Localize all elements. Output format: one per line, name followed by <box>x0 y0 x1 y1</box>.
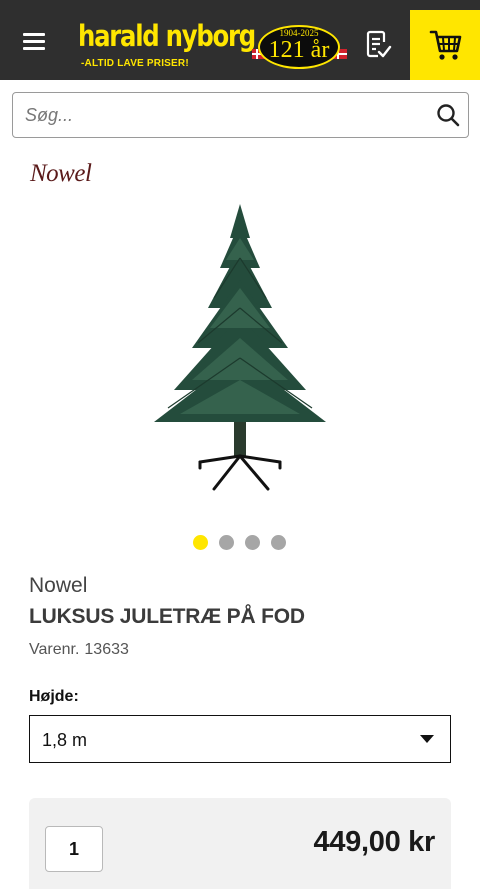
product-title: LUKSUS JULETRÆ PÅ FOD <box>29 605 305 628</box>
quantity-input[interactable] <box>45 826 103 872</box>
caret-down-icon <box>420 735 434 743</box>
product-brand[interactable]: Nowel <box>29 574 87 598</box>
sku-value: 13633 <box>84 641 129 658</box>
sku-label: Varenr. <box>29 641 80 658</box>
site-logo[interactable]: harald nyborg -ALTID LAVE PRISER! 1904-2… <box>78 18 350 72</box>
shopping-cart-icon <box>429 30 462 60</box>
top-bar: harald nyborg -ALTID LAVE PRISER! 1904-2… <box>0 0 480 80</box>
height-label: Højde: <box>29 688 79 705</box>
hamburger-menu-icon <box>23 33 45 36</box>
logo-name: harald nyborg <box>78 19 256 53</box>
wishlist-button[interactable] <box>362 28 394 60</box>
gallery-dot[interactable] <box>193 535 208 550</box>
product-image[interactable] <box>140 198 340 496</box>
checklist-icon <box>366 30 392 58</box>
gallery-dot[interactable] <box>219 535 234 550</box>
logo-tagline: -ALTID LAVE PRISER! <box>81 58 189 69</box>
height-selected-value: 1,8 m <box>42 730 88 750</box>
anniversary-badge: 1904-2025 121 år <box>252 25 347 69</box>
product-sku: Varenr. 13633 <box>29 641 129 659</box>
gallery-dot[interactable] <box>245 535 260 550</box>
product-price: 449,00 kr <box>313 826 436 858</box>
search-bar <box>12 92 469 138</box>
cart-button[interactable] <box>410 10 480 80</box>
brand-logo[interactable]: Nowel <box>30 160 92 188</box>
buy-box: 449,00 kr <box>29 798 451 889</box>
menu-button[interactable] <box>20 30 50 52</box>
anniversary-count: 121 år <box>268 37 330 63</box>
gallery-dot[interactable] <box>271 535 286 550</box>
search-input[interactable] <box>13 93 423 137</box>
height-select[interactable]: 1,8 m <box>29 715 451 763</box>
search-icon[interactable] <box>436 103 460 127</box>
